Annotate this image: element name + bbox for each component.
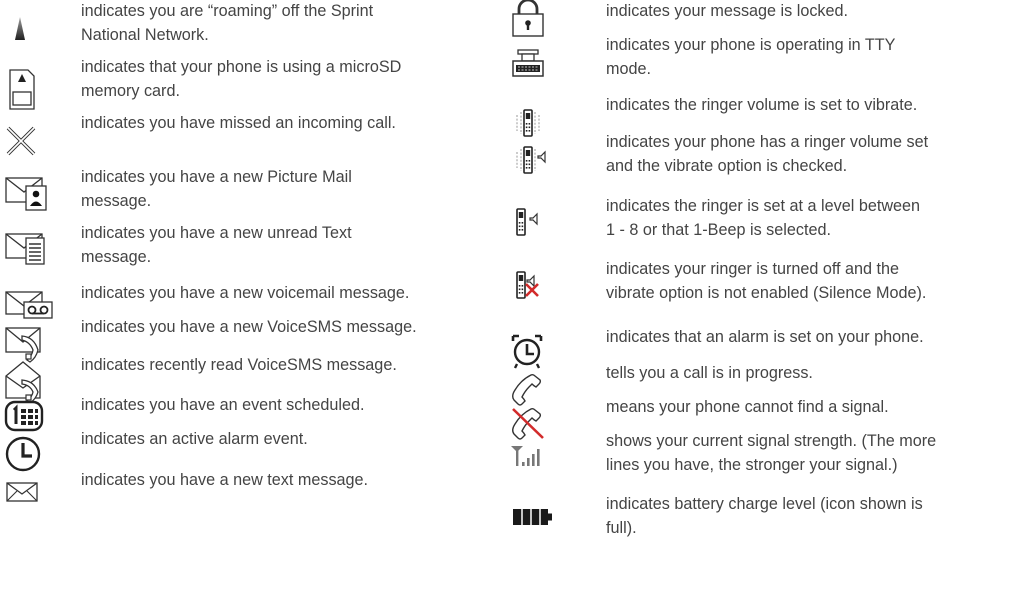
- list-item-text: indicates you have a new text message.: [81, 471, 369, 489]
- list-item-text: indicates your phone has a ringer volume…: [606, 133, 929, 175]
- list-item-text: indicates you have a new VoiceSMS messag…: [81, 318, 417, 336]
- ringer-off-icon: [505, 258, 547, 299]
- list-item-text: indicates your ringer is turned off and …: [606, 260, 927, 302]
- alarm-set-icon: [505, 326, 547, 369]
- list-item-text: indicates that your phone is using a mic…: [81, 58, 402, 100]
- envelope-icon: [0, 469, 42, 509]
- vibrate-icon: [505, 94, 547, 137]
- list-item-text: indicates the ringer volume is set to vi…: [606, 96, 918, 114]
- battery-icon: [505, 493, 552, 533]
- roaming-triangle-icon: [0, 0, 42, 40]
- list-item-text: indicates your message is locked.: [606, 2, 849, 20]
- microsd-card-icon: [0, 56, 42, 110]
- list-item-text: indicates an active alarm event.: [81, 430, 308, 448]
- missed-call-x-icon: [0, 112, 42, 156]
- list-item-text: indicates recently read VoiceSMS message…: [81, 356, 397, 374]
- list-item-text: indicates you have a new unread Text mes…: [81, 224, 352, 266]
- list-item-text: indicates you have missed an incoming ca…: [81, 114, 396, 132]
- picture-mail-icon: [0, 166, 47, 211]
- vibrate-ringer-icon: [505, 131, 547, 174]
- list-item-text: indicates the ringer is set at a level b…: [606, 197, 921, 239]
- ringer-icon: [505, 195, 547, 236]
- list-item-text: indicates you have an event scheduled.: [81, 396, 365, 414]
- alarm-clock-icon: [0, 428, 42, 472]
- list-item-text: means your phone cannot find a signal.: [606, 398, 889, 416]
- voicesms-read-icon: [0, 354, 42, 404]
- text-message-icon: [0, 222, 45, 265]
- list-item-text: indicates your phone is operating in TTY…: [606, 36, 896, 78]
- list-item-text: indicates you have a new Picture Mail me…: [81, 168, 352, 210]
- voicesms-new-icon: [0, 316, 42, 363]
- list-item-text: tells you a call is in progress.: [606, 364, 813, 382]
- list-item-text: indicates battery charge level (icon sho…: [606, 495, 923, 537]
- list-item-text: indicates you are “roaming” off the Spri…: [81, 2, 374, 44]
- list-item-text: indicates that an alarm is set on your p…: [606, 328, 924, 346]
- tty-icon: [505, 34, 547, 77]
- list-item-text: indicates you have a new voicemail messa…: [81, 284, 410, 302]
- signal-strength-icon: [505, 430, 547, 470]
- list-item-text: shows your current signal strength. (The…: [606, 432, 937, 474]
